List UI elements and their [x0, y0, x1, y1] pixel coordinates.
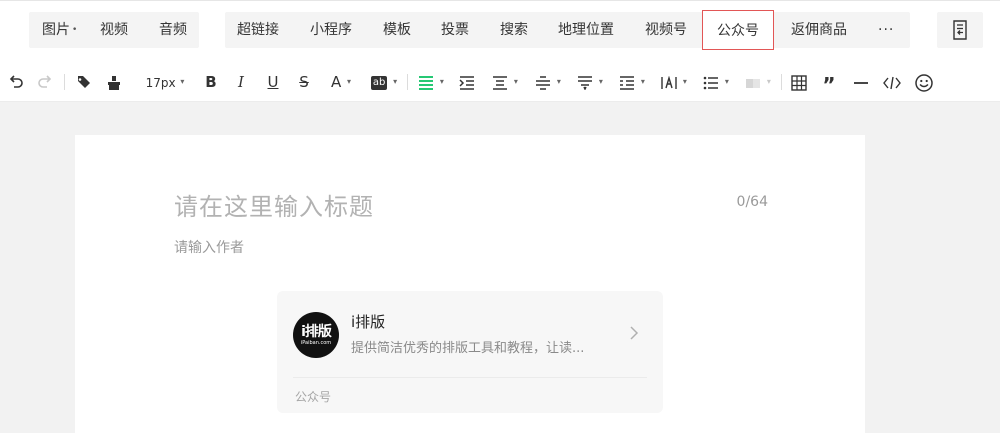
- paragraph-spacing-icon: [493, 75, 508, 90]
- emoji-icon[interactable]: [912, 70, 936, 94]
- spacing-after-icon: [620, 75, 635, 90]
- chevron-down-icon: ▾: [513, 77, 518, 86]
- indent-icon: [459, 75, 474, 90]
- menu-channels[interactable]: 视频号: [645, 12, 687, 48]
- spacing-after-button[interactable]: ▾: [615, 70, 649, 94]
- spacing-before-button[interactable]: ▾: [573, 70, 607, 94]
- block-format-icon: [746, 78, 761, 88]
- chevron-down-icon: ▾: [393, 77, 398, 86]
- align-left-icon: [419, 75, 434, 90]
- quote-icon[interactable]: ”: [818, 70, 840, 97]
- official-account-card[interactable]: i排版 iPaiban.com i排版 提供简洁优秀的排版工具和教程，让读...…: [277, 291, 663, 413]
- undo-icon[interactable]: [6, 70, 26, 94]
- menu-video[interactable]: 视频: [100, 12, 128, 48]
- clear-format-icon[interactable]: [72, 70, 94, 94]
- chevron-down-icon: ▾: [640, 77, 645, 86]
- chevron-down-icon: ▾: [347, 77, 352, 86]
- menu-vote[interactable]: 投票: [441, 12, 469, 48]
- chevron-down-icon: ▾: [724, 77, 729, 86]
- code-icon[interactable]: [880, 70, 904, 94]
- divider-line-icon[interactable]: [850, 70, 872, 94]
- paragraph-spacing-button[interactable]: ▾: [488, 70, 522, 94]
- account-logo-subtext: iPaiban.com: [300, 339, 332, 346]
- account-logo: i排版 iPaiban.com: [293, 312, 339, 358]
- menu-mini-program[interactable]: 小程序: [310, 12, 352, 48]
- chevron-right-icon: [630, 326, 639, 340]
- bullet-list-icon: [703, 76, 719, 89]
- highlight-color-button[interactable]: ab ▾: [366, 70, 402, 94]
- strikethrough-button[interactable]: S: [293, 70, 315, 94]
- chevron-down-icon: ▾: [682, 77, 687, 86]
- media-menu-group: 图片 • 视频 音频: [29, 12, 199, 48]
- article-editor: 请在这里输入标题 0/64 请输入作者 i排版 iPaiban.com i排版 …: [75, 135, 865, 433]
- redo-icon[interactable]: [35, 70, 55, 94]
- menu-image[interactable]: 图片 •: [42, 12, 77, 48]
- indent-button[interactable]: [455, 70, 479, 94]
- spacing-before-icon: [578, 75, 593, 91]
- font-size-value: 17px: [145, 76, 176, 90]
- document-return-icon: [953, 20, 967, 40]
- side-panel-button[interactable]: [937, 12, 983, 48]
- line-spacing-button[interactable]: ▾: [531, 70, 565, 94]
- chevron-down-icon: ▾: [180, 77, 185, 86]
- font-color-icon: A: [330, 73, 342, 91]
- toolbar-divider: [407, 74, 408, 90]
- block-format-button: ▾: [741, 70, 775, 94]
- align-left-button[interactable]: ▾: [414, 70, 448, 94]
- menu-search[interactable]: 搜索: [500, 12, 528, 48]
- format-painter-icon[interactable]: [103, 70, 125, 94]
- chevron-down-icon: ▾: [766, 77, 771, 86]
- menu-template[interactable]: 模板: [383, 12, 411, 48]
- menu-hyperlink[interactable]: 超链接: [237, 12, 279, 48]
- bold-button[interactable]: B: [200, 70, 222, 94]
- chevron-down-icon: ▾: [556, 77, 561, 86]
- underline-button[interactable]: U: [262, 70, 284, 94]
- title-char-count: 0/64: [736, 194, 768, 210]
- insert-menu-group: 超链接 小程序 模板 投票 搜索 地理位置 视频号 公众号 返佣商品 ···: [225, 10, 910, 50]
- highlight-icon: ab: [370, 76, 388, 90]
- author-input[interactable]: 请输入作者: [174, 237, 244, 257]
- menu-official-account[interactable]: 公众号: [702, 10, 774, 50]
- italic-button[interactable]: I: [230, 70, 252, 94]
- menu-more[interactable]: ···: [878, 12, 894, 48]
- menu-rebate-product[interactable]: 返佣商品: [791, 12, 847, 48]
- font-size-select[interactable]: 17px ▾: [140, 70, 190, 94]
- menu-location[interactable]: 地理位置: [558, 12, 614, 48]
- toolbar-divider: [781, 74, 782, 90]
- account-name: i排版: [351, 313, 386, 331]
- card-divider: [293, 377, 647, 378]
- account-logo-text: i排版: [301, 323, 332, 340]
- chevron-down-icon: ▾: [598, 77, 603, 86]
- menu-audio[interactable]: 音频: [159, 12, 187, 48]
- menu-image-label: 图片: [42, 22, 70, 38]
- chevron-down-icon: ▾: [439, 77, 444, 86]
- letter-spacing-button[interactable]: ▾: [657, 70, 691, 94]
- card-type-label: 公众号: [295, 390, 332, 404]
- insert-menu-bar: 图片 • 视频 音频 超链接 小程序 模板 投票 搜索 地理位置 视频号 公众号 …: [0, 0, 1000, 62]
- insert-table-icon[interactable]: [788, 70, 810, 94]
- account-description: 提供简洁优秀的排版工具和教程，让读...: [351, 341, 585, 356]
- font-color-button[interactable]: A ▾: [324, 70, 358, 94]
- title-input[interactable]: 请在这里输入标题: [174, 187, 374, 222]
- letter-spacing-icon: [661, 75, 677, 89]
- list-button[interactable]: ▾: [699, 70, 733, 94]
- chevron-down-icon: •: [72, 25, 78, 35]
- format-toolbar: 17px ▾ B I U S A ▾ ab ▾ ▾ ▾ ▾ ▾ ▾ ▾ ▾ ▾ …: [0, 62, 1000, 102]
- toolbar-divider: [64, 74, 65, 90]
- line-spacing-icon: [536, 75, 551, 90]
